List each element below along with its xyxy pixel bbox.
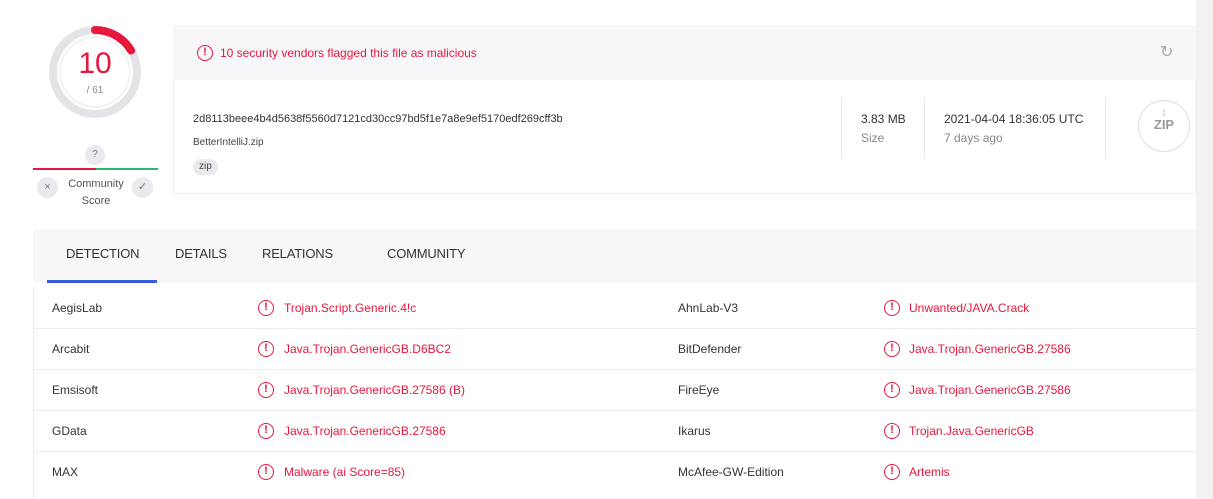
file-hash[interactable]: 2d8113beee4b4d5638f5560d7121cd30cc97bd5f…: [193, 113, 563, 125]
table-row: GData ! Java.Trojan.GenericGB.27586 Ikar…: [33, 411, 1196, 452]
vote-malicious-button[interactable]: ×: [37, 177, 58, 198]
vendor-name: FireEye: [678, 383, 720, 397]
detection-result: Trojan.Java.GenericGB: [909, 424, 1034, 438]
community-label-line1: Community: [68, 178, 124, 190]
score-total: / 61: [86, 85, 104, 96]
table-row: Arcabit ! Java.Trojan.GenericGB.D6BC2 Bi…: [33, 329, 1196, 370]
community-label-line2: Score: [81, 195, 111, 207]
detection-result: Java.Trojan.GenericGB.27586 (B): [284, 383, 465, 397]
table-row: AegisLab ! Trojan.Script.Generic.4!c Ahn…: [33, 288, 1196, 329]
malicious-result-icon: !: [258, 341, 274, 357]
malicious-result-icon: !: [884, 300, 900, 316]
right-scroll-strip: [1196, 0, 1213, 499]
divider: [841, 98, 842, 158]
divider: [924, 98, 925, 158]
detection-table: AegisLab ! Trojan.Script.Generic.4!c Ahn…: [33, 288, 1196, 493]
file-tag[interactable]: zip: [193, 159, 218, 175]
file-info-card: 2d8113beee4b4d5638f5560d7121cd30cc97bd5f…: [173, 80, 1196, 194]
detection-result: Java.Trojan.GenericGB.27586: [284, 424, 446, 438]
tab-bar: DETECTION DETAILS RELATIONS COMMUNITY: [33, 229, 1196, 283]
file-size-value: 3.83 MB: [861, 112, 906, 126]
vendor-name: MAX: [52, 465, 79, 479]
detection-result: Java.Trojan.GenericGB.27586: [909, 383, 1071, 397]
community-bar-harmless: [96, 168, 158, 170]
vendor-name: Ikarus: [678, 424, 711, 438]
reanalyze-icon[interactable]: ↻: [1160, 44, 1177, 61]
tab-detection[interactable]: DETECTION: [66, 246, 140, 261]
active-tab-indicator: [47, 280, 157, 283]
malicious-result-icon: !: [258, 423, 274, 439]
malicious-message: 10 security vendors flagged this file as…: [220, 46, 477, 60]
file-name: BetterIntelliJ.zip: [193, 137, 264, 148]
table-row: Emsisoft ! Java.Trojan.GenericGB.27586 (…: [33, 370, 1196, 411]
community-bar-malicious: [33, 168, 96, 170]
tab-community[interactable]: COMMUNITY: [387, 246, 466, 261]
analysis-date-relative: 7 days ago: [944, 131, 1003, 145]
vendor-name: McAfee-GW-Edition: [678, 465, 784, 479]
detection-result: Malware (ai Score=85): [284, 465, 406, 479]
malicious-result-icon: !: [884, 382, 900, 398]
detection-result: Java.Trojan.GenericGB.27586: [909, 342, 1071, 356]
malicious-banner: ! 10 security vendors flagged this file …: [173, 25, 1196, 80]
detection-result: Unwanted/JAVA.Crack: [909, 301, 1030, 315]
malicious-result-icon: !: [884, 423, 900, 439]
malicious-result-icon: !: [258, 382, 274, 398]
vote-harmless-button[interactable]: ✓: [132, 177, 153, 198]
vendor-name: BitDefender: [678, 342, 742, 356]
file-size-label: Size: [861, 131, 885, 145]
tab-details[interactable]: DETAILS: [175, 246, 227, 261]
vendor-name: AegisLab: [52, 301, 103, 315]
divider: [1105, 98, 1106, 158]
detection-result: Artemis: [909, 465, 950, 479]
vendor-name: AhnLab-V3: [678, 301, 739, 315]
community-score-label: Community Score: [60, 176, 132, 210]
score-detections: 10: [78, 47, 112, 80]
malicious-result-icon: !: [258, 464, 274, 480]
vendor-name: Emsisoft: [52, 383, 99, 397]
detection-score-gauge: 10 / 61: [47, 24, 143, 120]
vendor-name: GData: [52, 424, 87, 438]
vendor-name: Arcabit: [52, 342, 90, 356]
analysis-date: 2021-04-04 18:36:05 UTC: [944, 112, 1084, 126]
malicious-result-icon: !: [884, 341, 900, 357]
tab-relations[interactable]: RELATIONS: [262, 246, 333, 261]
zip-file-icon: ⁞ ZIP: [1138, 100, 1190, 152]
malicious-result-icon: !: [884, 464, 900, 480]
detection-result: Java.Trojan.GenericGB.D6BC2: [284, 342, 451, 356]
community-score-unknown-badge: ?: [85, 145, 105, 165]
zip-icon-label: ZIP: [1153, 117, 1175, 132]
alert-icon: !: [197, 45, 213, 61]
malicious-result-icon: !: [258, 300, 274, 316]
detection-result: Trojan.Script.Generic.4!c: [284, 301, 417, 315]
table-row: MAX ! Malware (ai Score=85) McAfee-GW-Ed…: [33, 452, 1196, 493]
